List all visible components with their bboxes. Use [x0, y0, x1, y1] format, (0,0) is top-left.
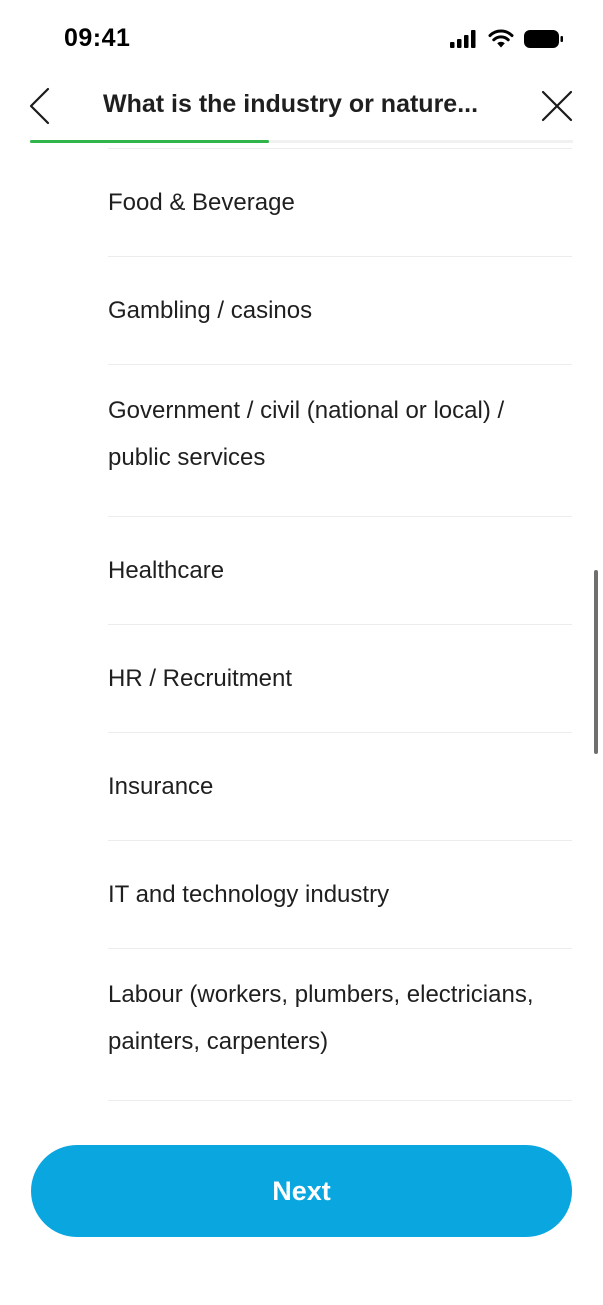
chevron-left-icon [29, 87, 50, 125]
option-government-civil[interactable]: Government / civil (national or local) /… [108, 365, 572, 517]
progress-bar [30, 140, 573, 143]
option-labour[interactable]: Labour (workers, plumbers, electricians,… [108, 949, 572, 1101]
option-gambling-casinos[interactable]: Gambling / casinos [108, 257, 572, 365]
option-hr-recruitment[interactable]: HR / Recruitment [108, 625, 572, 733]
industry-options-list[interactable]: Food & Beverage Gambling / casinos Gover… [0, 148, 603, 1101]
option-food-beverage[interactable]: Food & Beverage [108, 149, 572, 257]
wifi-icon [488, 29, 514, 48]
question-header: What is the industry or nature... [0, 78, 603, 144]
option-it-technology[interactable]: IT and technology industry [108, 841, 572, 949]
close-button[interactable] [539, 86, 575, 126]
option-healthcare[interactable]: Healthcare [108, 517, 572, 625]
battery-icon [524, 30, 563, 48]
status-icons [449, 28, 565, 50]
scrollbar[interactable] [594, 570, 598, 754]
option-insurance[interactable]: Insurance [108, 733, 572, 841]
signal-icon [450, 30, 476, 48]
status-bar: 09:41 [0, 0, 603, 78]
status-time: 09:41 [64, 24, 131, 52]
page-title: What is the industry or nature... [103, 90, 479, 118]
progress-bar-fill [30, 140, 269, 143]
close-icon [541, 90, 573, 122]
back-button[interactable] [22, 84, 62, 128]
next-button[interactable]: Next [31, 1145, 572, 1237]
